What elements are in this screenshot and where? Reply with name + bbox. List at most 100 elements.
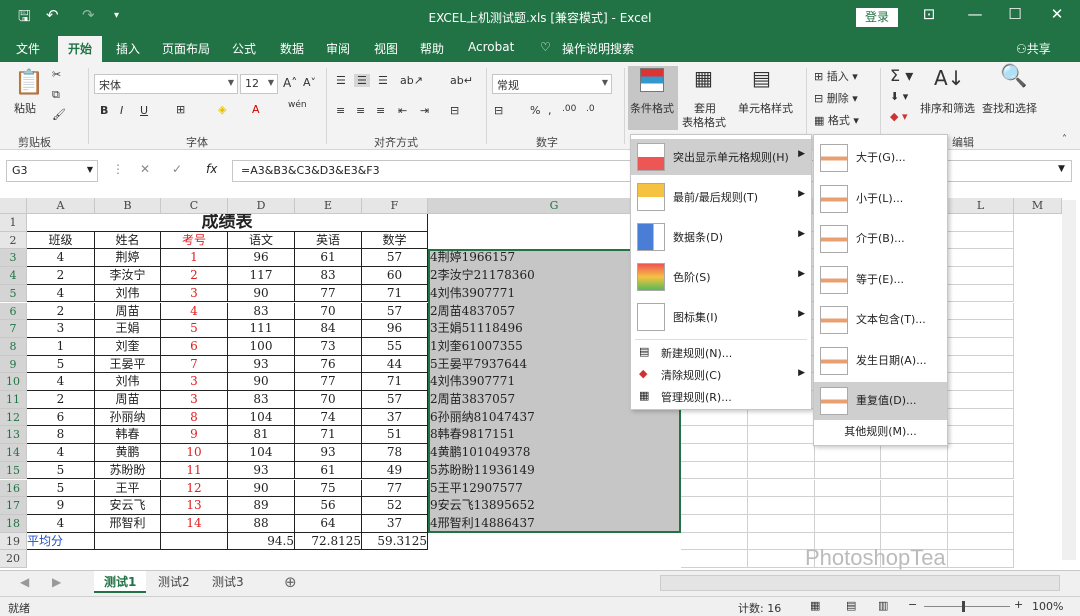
empty-cell[interactable] — [748, 514, 815, 533]
data-cell[interactable]: 3 — [161, 284, 228, 303]
data-cell[interactable]: 10 — [161, 444, 228, 462]
data-cell[interactable]: 37 — [362, 408, 428, 427]
data-cell[interactable]: 73 — [295, 337, 362, 356]
concat-cell[interactable]: 4刘伟3907771 — [428, 373, 515, 391]
data-cell[interactable]: 71 — [362, 284, 428, 303]
row-header[interactable]: 14 — [0, 444, 27, 462]
empty-cell[interactable] — [881, 514, 948, 533]
empty-cell[interactable] — [681, 514, 748, 533]
tab-view[interactable]: 视图 — [374, 40, 398, 57]
column-header-l[interactable]: L — [948, 198, 1014, 214]
data-cell[interactable]: 周苗 — [95, 391, 161, 409]
row-header[interactable]: 17 — [0, 497, 27, 515]
data-cell[interactable]: 5 — [27, 479, 95, 498]
tell-me-search[interactable]: 操作说明搜索 — [562, 40, 634, 57]
cell-style-icon[interactable]: ▤ — [752, 66, 771, 90]
data-cell[interactable]: 13 — [161, 497, 228, 515]
empty-cell[interactable] — [948, 355, 1014, 374]
name-box[interactable]: G3 ▼ — [6, 160, 98, 182]
login-button[interactable]: 登录 — [856, 8, 898, 27]
submenu-item[interactable]: 重复值(D)... — [814, 382, 947, 420]
empty-cell[interactable] — [948, 267, 1014, 285]
data-cell[interactable]: 60 — [362, 267, 428, 285]
decrease-indent-icon[interactable]: ⇤ — [398, 104, 407, 117]
expand-formula-icon[interactable]: ▼ — [1058, 164, 1065, 174]
data-cell[interactable]: 1 — [27, 337, 95, 356]
concat-cell[interactable]: 5王晏平7937644 — [428, 356, 527, 374]
next-sheet-icon[interactable]: ▶ — [52, 575, 61, 589]
data-cell[interactable]: 2 — [161, 267, 228, 285]
avg-value-cell[interactable]: 59.3125 — [362, 532, 428, 551]
empty-cell[interactable] — [948, 320, 1014, 338]
share-button[interactable]: ⚇共享 — [1016, 40, 1051, 57]
data-cell[interactable]: 4 — [27, 249, 95, 268]
data-cell[interactable]: 71 — [295, 426, 362, 445]
tab-review[interactable]: 审阅 — [326, 40, 350, 57]
data-cell[interactable]: 韩春 — [95, 426, 161, 445]
empty-cell[interactable] — [948, 231, 1014, 250]
data-cell[interactable]: 83 — [228, 302, 295, 321]
data-cell[interactable]: 黄鹏 — [95, 444, 161, 462]
row-header[interactable]: 15 — [0, 461, 27, 480]
empty-cell[interactable] — [948, 391, 1014, 409]
copy-icon[interactable]: ⧉ — [52, 88, 60, 102]
empty-cell[interactable] — [815, 461, 881, 480]
align-bottom-icon[interactable]: ☰ — [378, 74, 388, 87]
avg-value-cell[interactable]: 72.8125 — [295, 532, 362, 551]
zoom-in-icon[interactable]: + — [1014, 598, 1023, 611]
font-color-icon[interactable]: A — [252, 103, 260, 116]
data-cell[interactable]: 93 — [228, 461, 295, 480]
data-cell[interactable]: 王娟 — [95, 320, 161, 338]
border-icon[interactable]: ⊞ — [176, 103, 185, 116]
empty-cell[interactable] — [948, 550, 1014, 568]
data-cell[interactable]: 安云飞 — [95, 497, 161, 515]
sheet-title-cell[interactable]: 成绩表 — [27, 214, 428, 232]
row-header[interactable]: 19 — [0, 532, 27, 551]
table-format-icon[interactable]: ▦ — [694, 66, 713, 90]
concat-cell[interactable]: 5王平12907577 — [428, 480, 523, 498]
empty-cell[interactable] — [948, 479, 1014, 498]
header-cell[interactable]: 考号 — [161, 231, 228, 250]
page-break-icon[interactable]: ▥ — [878, 599, 888, 612]
data-cell[interactable]: 117 — [228, 267, 295, 285]
avg-label-cell[interactable]: 平均分 — [27, 532, 95, 551]
data-cell[interactable]: 苏盼盼 — [95, 461, 161, 480]
sort-filter-icon[interactable]: A↓ — [934, 66, 964, 90]
data-cell[interactable]: 90 — [228, 373, 295, 391]
menu-item-new-rule[interactable]: ▤ 新建规则(N)... — [631, 341, 811, 363]
empty-cell[interactable] — [948, 408, 1014, 427]
data-cell[interactable]: 104 — [228, 408, 295, 427]
add-sheet-icon[interactable]: ⊕ — [284, 573, 297, 591]
align-right-icon[interactable]: ≡ — [376, 104, 385, 117]
clear-icon[interactable]: ◆ ▾ — [890, 110, 907, 123]
avg-value-cell[interactable]: 94.5 — [228, 532, 295, 551]
row-header[interactable]: 2 — [0, 231, 27, 250]
sheet-tab-test3[interactable]: 测试3 — [202, 571, 254, 593]
autosum-icon[interactable]: Σ ▾ — [890, 66, 913, 85]
cell[interactable] — [95, 532, 161, 551]
empty-cell[interactable] — [948, 373, 1014, 391]
empty-cell[interactable] — [681, 479, 748, 498]
data-cell[interactable]: 4 — [27, 514, 95, 533]
normal-view-icon[interactable]: ▦ — [810, 599, 820, 612]
data-cell[interactable]: 77 — [362, 479, 428, 498]
data-cell[interactable]: 44 — [362, 355, 428, 374]
submenu-item[interactable]: 小于(L)... — [814, 180, 947, 218]
row-header[interactable]: 9 — [0, 355, 27, 374]
data-cell[interactable]: 2 — [27, 267, 95, 285]
delete-cells-button[interactable]: ⊟ 删除 ▾ — [814, 90, 858, 106]
row-header[interactable]: 16 — [0, 479, 27, 498]
menu-item-clear-rules[interactable]: ◆ 清除规则(C) ▶ — [631, 363, 811, 385]
data-cell[interactable]: 84 — [295, 320, 362, 338]
find-select-button[interactable]: 查找和选择 — [982, 100, 1037, 116]
font-size-select[interactable]: 12 ▼ — [240, 74, 278, 94]
data-cell[interactable]: 3 — [161, 373, 228, 391]
maximize-icon[interactable]: ☐ — [1000, 5, 1030, 23]
data-cell[interactable]: 96 — [362, 320, 428, 338]
empty-cell[interactable] — [948, 284, 1014, 303]
row-header[interactable]: 5 — [0, 284, 27, 303]
bold-button[interactable]: B — [100, 104, 108, 117]
horizontal-scrollbar[interactable] — [660, 575, 1060, 591]
data-cell[interactable]: 74 — [295, 408, 362, 427]
data-cell[interactable]: 57 — [362, 249, 428, 268]
